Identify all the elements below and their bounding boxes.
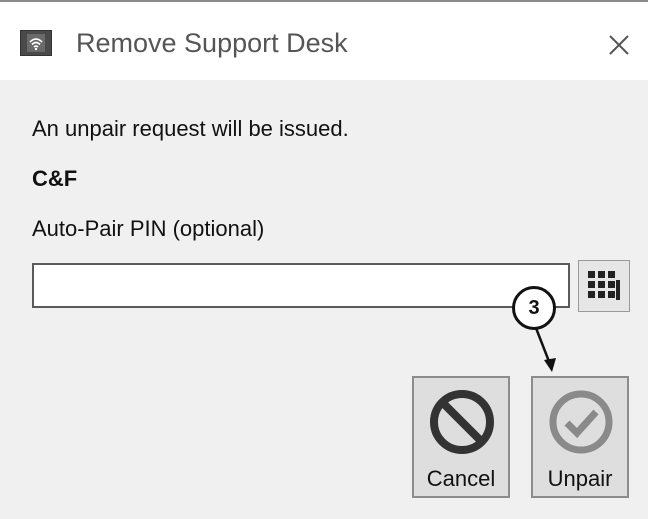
dialog-title: Remove Support Desk (76, 28, 348, 58)
checkmark-circle-icon (549, 390, 613, 454)
cancel-button[interactable]: Cancel (412, 376, 510, 498)
pin-label: Auto-Pair PIN (optional) (32, 216, 265, 241)
auto-pair-pin-input[interactable] (32, 263, 570, 308)
remove-support-desk-dialog: Remove Support Desk An unpair request wi… (0, 0, 648, 519)
title-bar: Remove Support Desk (0, 2, 648, 80)
keypad-icon (588, 271, 620, 300)
unpair-message: An unpair request will be issued. (32, 116, 349, 141)
wifi-icon (20, 30, 52, 56)
device-name: C&F (32, 166, 78, 191)
close-icon (609, 35, 629, 55)
cancel-label: Cancel (426, 466, 496, 491)
close-button[interactable] (602, 28, 636, 62)
keypad-button[interactable] (578, 260, 630, 312)
unpair-button[interactable]: Unpair (531, 376, 629, 498)
step-callout: 3 (512, 286, 556, 330)
unpair-label: Unpair (547, 466, 613, 491)
prohibited-icon (430, 390, 494, 454)
callout-arrow (534, 328, 556, 372)
